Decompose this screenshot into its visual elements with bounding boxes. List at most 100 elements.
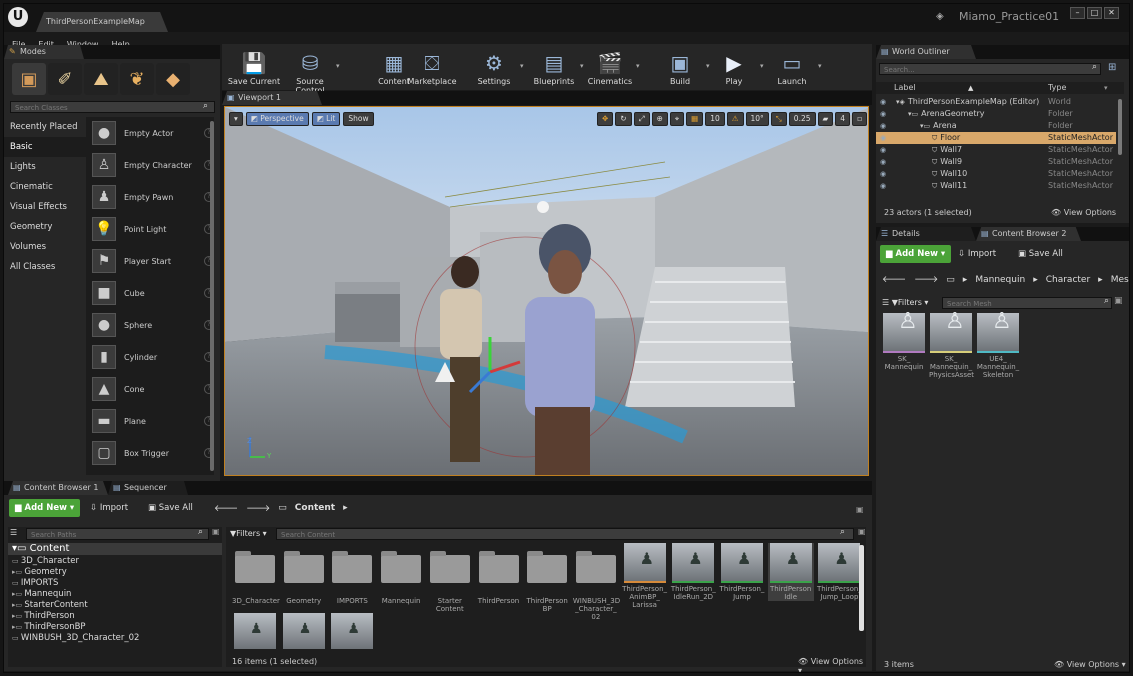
folder-icon[interactable]: ▭ <box>278 503 287 514</box>
save-all-button[interactable]: ▣ Save All <box>148 503 193 513</box>
geometry-mode-icon[interactable]: ◆ <box>156 63 190 95</box>
grid-lock-icon[interactable]: ▣ <box>858 527 866 536</box>
asset-tile[interactable]: ♟ ThirdPerson_ Jump <box>719 543 765 601</box>
path-mesh[interactable]: Mesh <box>1111 275 1129 285</box>
folder-tile[interactable]: Mannequin <box>378 549 424 605</box>
build-button[interactable]: ▣ Build <box>652 48 708 90</box>
document-tab[interactable]: ThirdPersonExampleMap <box>36 12 168 32</box>
tree-folder-item[interactable]: ▸▭ Geometry <box>12 567 217 578</box>
scale-icon[interactable]: ⤢ <box>633 112 650 126</box>
asset-grid-scrollbar[interactable] <box>859 545 864 631</box>
visibility-eye-icon[interactable]: ◉ <box>876 96 890 108</box>
category-lights[interactable]: Lights <box>4 157 86 177</box>
search-mesh-input[interactable]: Search Mesh <box>942 297 1112 309</box>
category-basic[interactable]: Basic <box>4 137 86 157</box>
visibility-eye-icon[interactable]: ◉ <box>876 120 890 132</box>
tree-options-icon[interactable]: ▣ <box>212 527 220 536</box>
dropdown-arrow-icon[interactable]: ▾ <box>336 62 340 70</box>
tree-folder-item[interactable]: ▸▭ Mannequin <box>12 589 217 600</box>
tree-folder-item[interactable]: ▸▭ StarterContent <box>12 600 217 611</box>
blueprints-button[interactable]: ▤ Blueprints <box>526 48 582 90</box>
mesh-asset-tile[interactable]: ♙ SK_ Mannequin_ PhysicsAsset <box>929 311 974 380</box>
class-item[interactable]: ▲ Cone? <box>92 373 214 405</box>
back-arrow-icon[interactable]: 🡐 <box>214 503 238 514</box>
place-mode-icon[interactable]: ▣ <box>12 63 46 95</box>
category-geometry[interactable]: Geometry <box>4 217 86 237</box>
class-list-scrollbar[interactable] <box>210 121 214 471</box>
path-mannequin[interactable]: Mannequin <box>975 275 1025 285</box>
save-current-button[interactable]: 💾 Save Current <box>226 48 282 90</box>
launch-button[interactable]: ▭ Launch <box>764 48 820 90</box>
grid-snap-value[interactable]: 10 <box>705 112 725 126</box>
add-folder-icon[interactable]: ⊞ <box>1108 62 1116 73</box>
tab-viewport[interactable]: ▣ Viewport 1 <box>222 91 322 105</box>
class-item[interactable]: ⚑ Player Start? <box>92 245 214 277</box>
view-options-2[interactable]: 👁 View Options ▾ <box>1054 660 1126 669</box>
maximize-button[interactable]: □ <box>1087 7 1102 19</box>
column-type[interactable]: Type <box>1048 82 1066 94</box>
outliner-row[interactable]: ◉ ⛉ Wall9 StaticMeshActor <box>876 156 1116 168</box>
add-new-button-2[interactable]: ▆ Add New ▾ <box>880 245 952 263</box>
cinematics-button[interactable]: 🎬 Cinematics <box>582 48 638 90</box>
category-cinematic[interactable]: Cinematic <box>4 177 86 197</box>
dropdown-arrow-icon[interactable]: ▾ <box>520 62 524 70</box>
folder-tile[interactable]: WINBUSH_3D _Character_ 02 <box>573 549 620 621</box>
asset-tile[interactable]: ♟ ThirdPerson_ Jump_Loop <box>816 543 862 601</box>
filters-button-2[interactable]: ☰ ▼Filters ▾ <box>882 298 928 307</box>
asset-tile[interactable]: ♟ ThirdPerson Idle <box>767 543 814 601</box>
class-item[interactable]: ▢ Box Trigger? <box>92 437 214 469</box>
back-arrow-icon[interactable]: 🡐 <box>882 274 906 285</box>
category-recently-placed[interactable]: Recently Placed <box>4 117 86 137</box>
dropdown-arrow-icon[interactable]: ▾ <box>636 62 640 70</box>
settings-button[interactable]: ⚙ Settings <box>466 48 522 90</box>
source-control-button[interactable]: ⛁Source Control <box>282 48 338 95</box>
paint-mode-icon[interactable]: ✐ <box>48 63 82 95</box>
asset-tile[interactable]: ♟ <box>329 613 375 651</box>
tree-folder-item[interactable]: ▸▭ ThirdPersonBP <box>12 622 217 633</box>
forward-arrow-icon[interactable]: 🡒 <box>246 503 270 514</box>
minimize-button[interactable]: – <box>1070 7 1085 19</box>
filters-button[interactable]: ▼Filters ▾ <box>230 529 267 538</box>
outliner-row[interactable]: ◉ ⛉ Floor StaticMeshActor <box>876 132 1116 144</box>
rotation-snap-value[interactable]: 10° <box>745 112 769 126</box>
forward-arrow-icon[interactable]: 🡒 <box>914 274 938 285</box>
scale-snap-value[interactable]: 0.25 <box>788 112 816 126</box>
search-classes-input[interactable]: Search Classes <box>10 101 215 113</box>
folder-tile[interactable]: Geometry <box>281 549 327 605</box>
mesh-asset-tile[interactable]: ♙ UE4_ Mannequin_ Skeleton <box>976 311 1020 380</box>
lock-icon[interactable]: ▣ <box>856 505 864 514</box>
unreal-logo-icon[interactable]: U <box>8 7 28 27</box>
viewport[interactable]: ▾ ◩ Perspective ◩ Lit Show ✥ ↻ ⤢ ⊕ ⌖ ▦ 1… <box>224 106 869 476</box>
class-item[interactable]: ♟ Empty Pawn? <box>92 181 214 213</box>
visibility-eye-icon[interactable]: ◉ <box>876 132 890 144</box>
asset-tile[interactable]: ♟ <box>281 613 327 651</box>
show-button[interactable]: Show <box>343 112 374 126</box>
lock-icon[interactable]: ▣ <box>1114 296 1123 306</box>
tab-sequencer[interactable]: ▤ Sequencer <box>108 481 188 495</box>
tree-root-content[interactable]: ▾▭ Content <box>8 543 222 555</box>
tab-world-outliner[interactable]: ▤ World Outliner <box>876 45 976 59</box>
asset-tile[interactable]: ♟ ThirdPerson_ AnimBP_ Larissa <box>622 543 668 609</box>
close-button[interactable]: ✕ <box>1104 7 1119 19</box>
view-options[interactable]: 👁 View Options ▾ <box>798 657 866 672</box>
camera-speed-icon[interactable]: ▰ <box>817 112 834 126</box>
category-volumes[interactable]: Volumes <box>4 237 86 257</box>
import-button-2[interactable]: ⇩ Import <box>958 249 996 259</box>
landscape-mode-icon[interactable]: ⛰ <box>84 63 118 95</box>
lit-button[interactable]: ◩ Lit <box>311 112 341 126</box>
class-item[interactable]: 💡 Point Light? <box>92 213 214 245</box>
outliner-row[interactable]: ◉ ▾◈ ThirdPersonExampleMap (Editor) World <box>876 96 1116 108</box>
translate-icon[interactable]: ✥ <box>597 112 614 126</box>
asset-tile[interactable]: ♟ <box>232 613 278 651</box>
outliner-row[interactable]: ◉ ⛉ Wall11 StaticMeshActor <box>876 180 1116 192</box>
class-item[interactable]: ■ Cube? <box>92 277 214 309</box>
visibility-eye-icon[interactable]: ◉ <box>876 156 890 168</box>
camera-speed-value[interactable]: 4 <box>835 112 851 126</box>
viewport-menu-button[interactable]: ▾ <box>229 112 243 126</box>
visibility-eye-icon[interactable]: ◉ <box>876 180 890 192</box>
grid-snap-icon[interactable]: ▦ <box>686 112 704 126</box>
class-item[interactable]: ♙ Empty Character? <box>92 149 214 181</box>
tab-modes[interactable]: ✎ Modes <box>4 45 84 59</box>
scale-snap-icon[interactable]: ⤡ <box>770 112 787 126</box>
tab-content-browser-1[interactable]: ▤ Content Browser 1 <box>8 481 108 495</box>
